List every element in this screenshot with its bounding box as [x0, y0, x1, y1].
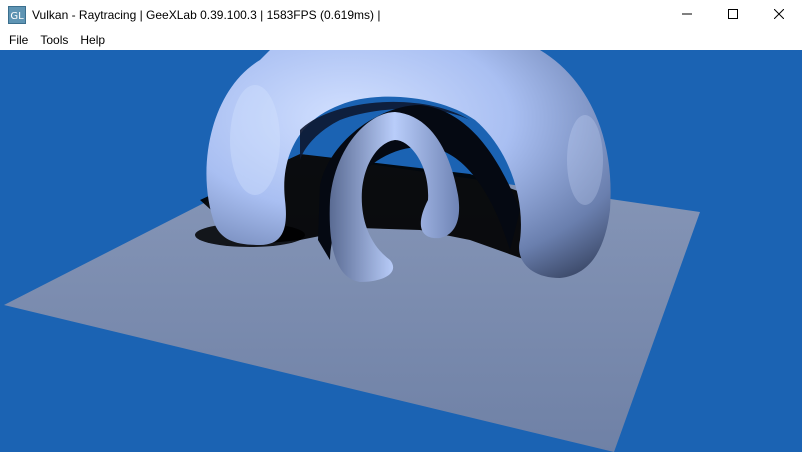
- title-bar[interactable]: GL Vulkan - Raytracing | GeeXLab 0.39.10…: [0, 0, 802, 30]
- minimize-button[interactable]: [664, 0, 710, 30]
- render-viewport[interactable]: [0, 50, 802, 452]
- svg-text:GL: GL: [10, 11, 24, 22]
- menu-file[interactable]: File: [3, 30, 34, 50]
- torus-highlight-right: [567, 115, 603, 205]
- menu-bar: File Tools Help: [0, 30, 802, 50]
- app-window: GL Vulkan - Raytracing | GeeXLab 0.39.10…: [0, 0, 802, 452]
- menu-help[interactable]: Help: [74, 30, 111, 50]
- window-controls: [664, 0, 802, 30]
- minimize-icon: [682, 6, 692, 24]
- window-title: Vulkan - Raytracing | GeeXLab 0.39.100.3…: [32, 8, 381, 22]
- menu-tools[interactable]: Tools: [34, 30, 74, 50]
- close-button[interactable]: [756, 0, 802, 30]
- maximize-button[interactable]: [710, 0, 756, 30]
- torus-highlight: [230, 85, 280, 195]
- close-icon: [773, 6, 785, 24]
- maximize-icon: [728, 6, 738, 24]
- geexlab-logo-icon: GL: [8, 6, 26, 24]
- raytraced-scene: [4, 50, 700, 452]
